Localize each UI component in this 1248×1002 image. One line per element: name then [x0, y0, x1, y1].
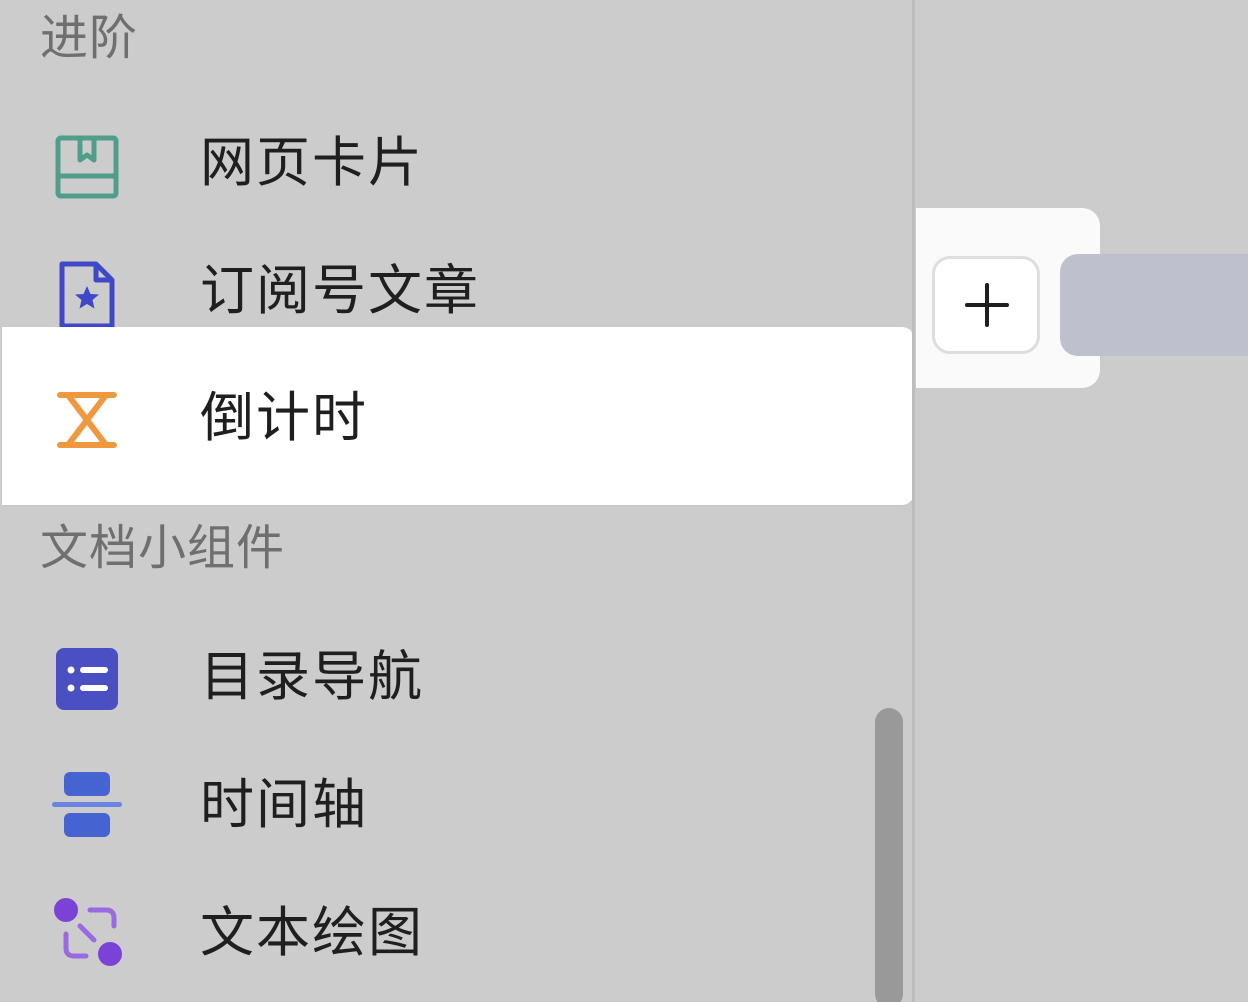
panel-divider [912, 0, 915, 1002]
add-block-button[interactable] [932, 256, 1040, 354]
subscription-article-icon [50, 258, 124, 332]
selected-block-highlight [1060, 254, 1248, 356]
menu-item-label: 目录导航 [200, 645, 424, 708]
web-card-icon [50, 130, 124, 204]
section-header-advanced: 进阶 [40, 10, 139, 66]
section-header-widgets: 文档小组件 [40, 520, 286, 576]
menu-item-label: 文本绘图 [200, 901, 424, 964]
scrollbar-thumb[interactable] [875, 708, 903, 1002]
menu-item-label: 订阅号文章 [200, 259, 480, 322]
menu-item-countdown[interactable]: 倒计时 [2, 327, 912, 505]
timeline-icon [50, 768, 124, 842]
table-of-contents-icon [50, 642, 124, 716]
menu-item-label: 时间轴 [200, 773, 368, 836]
menu-item-web-card[interactable]: 网页卡片 [0, 100, 912, 228]
menu-item-label: 网页卡片 [200, 131, 424, 194]
insert-menu-screen: 进阶 网页卡片 订阅号文章 倒计时 文档小组件 目录导航 时间轴 文本绘图 [0, 0, 1248, 1002]
menu-item-table-of-contents[interactable]: 目录导航 [0, 612, 912, 740]
text-diagram-icon [50, 896, 124, 970]
hourglass-icon [50, 383, 124, 457]
menu-item-text-diagram[interactable]: 文本绘图 [0, 868, 912, 996]
insert-menu-panel: 进阶 网页卡片 订阅号文章 倒计时 文档小组件 目录导航 时间轴 文本绘图 [0, 0, 912, 1002]
menu-item-label: 倒计时 [200, 386, 368, 449]
menu-item-timeline[interactable]: 时间轴 [0, 740, 912, 868]
